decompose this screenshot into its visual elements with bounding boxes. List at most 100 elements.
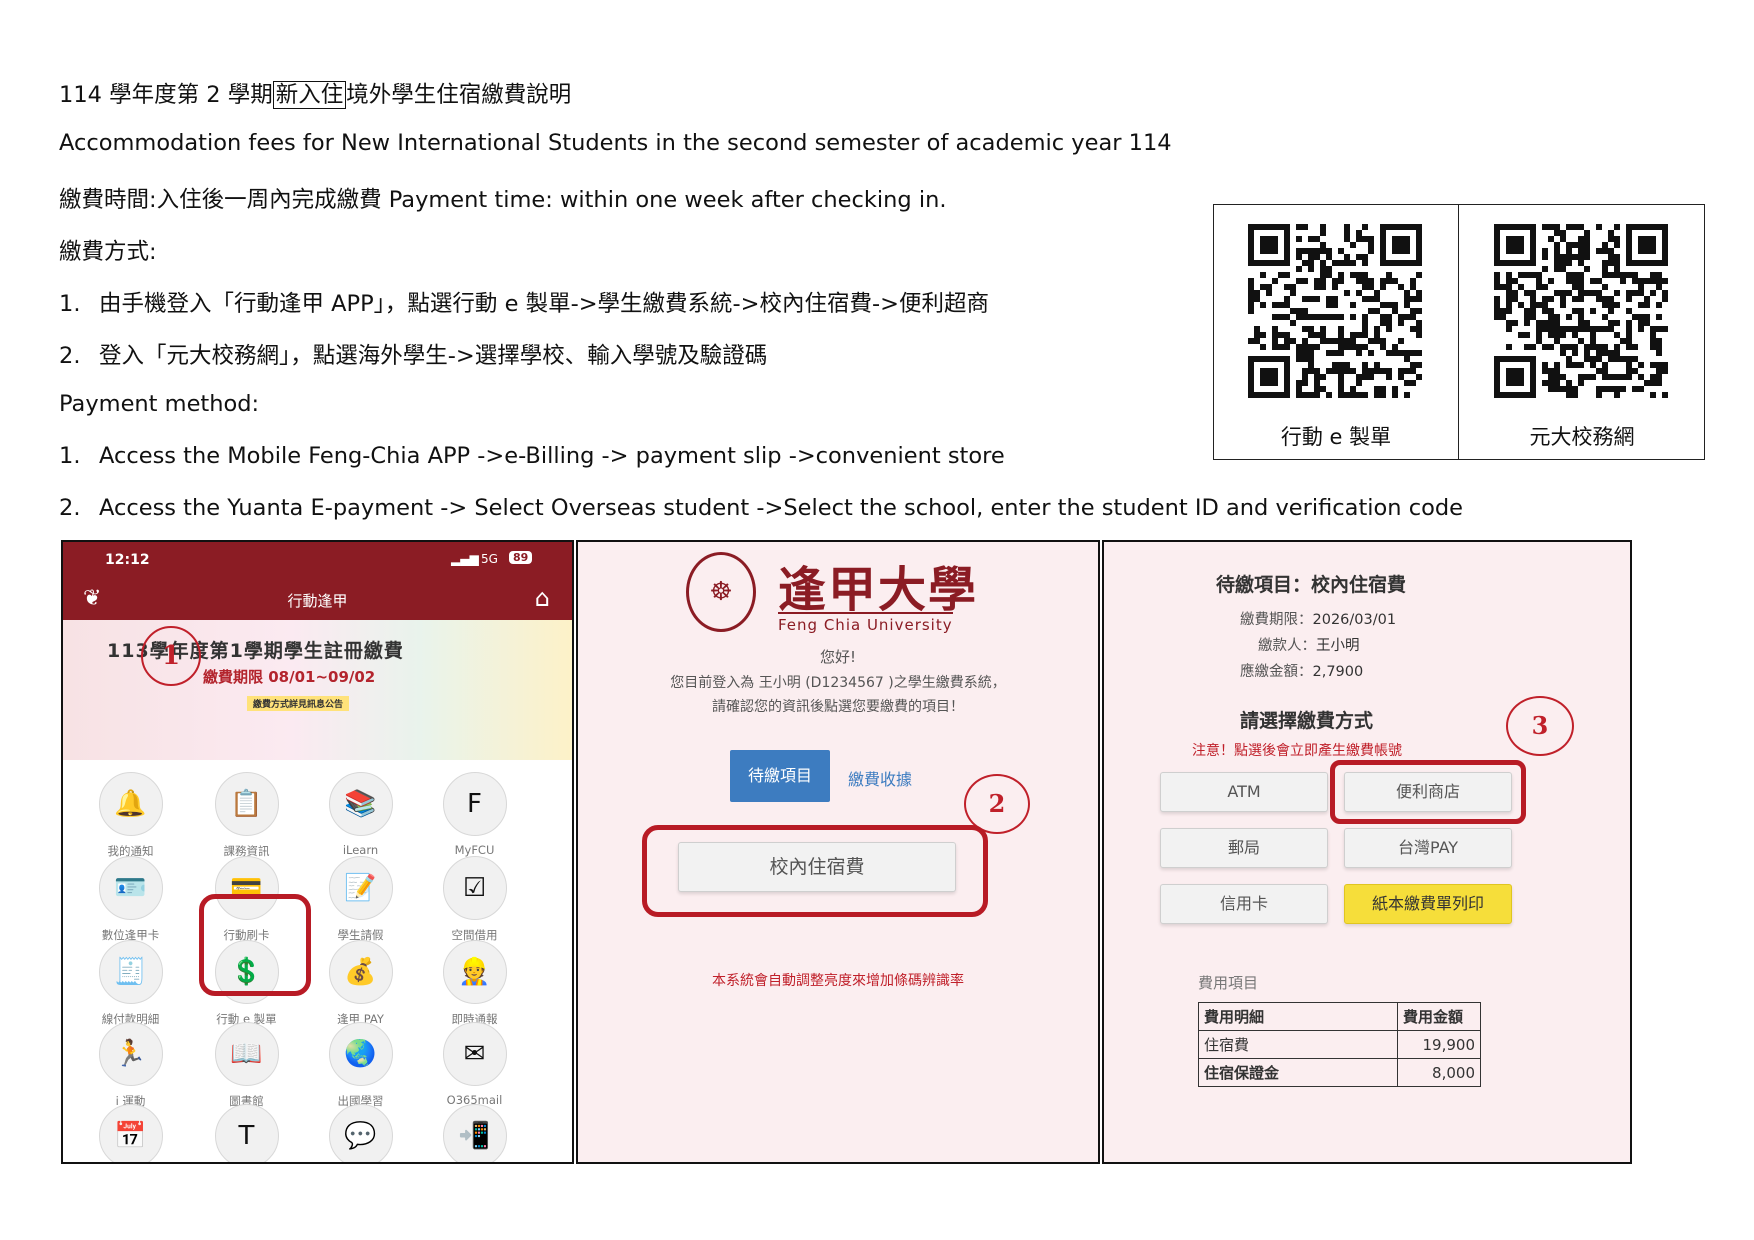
app-tile[interactable]: 👷 即時通報 <box>417 940 532 1027</box>
en-step-2: 2. Access the Yuanta E-payment -> Select … <box>59 495 1463 521</box>
highlight-dorm-fee <box>642 825 988 917</box>
step-number: 2. <box>59 343 81 369</box>
globe-icon: 🌏 <box>328 1022 393 1086</box>
marker-1: 1 <box>141 626 201 686</box>
app-tile[interactable]: 🏃 i 運動 <box>73 1022 188 1109</box>
login-line: 您目前登入為 王小明 (D1234567 )之學生繳費系統， <box>670 675 1006 691</box>
greeting: 您好! <box>819 648 856 666</box>
app-title: 行動逢甲 <box>287 592 348 610</box>
qr-caption-yuanta: 元大校務網 <box>1529 425 1635 449</box>
payment-method-page: 待繳項目：校內住宿費 繳費期限：2026/03/01 繳款人：王小明 應繳金額：… <box>1102 540 1632 1164</box>
app-tile[interactable]: 🔔 我的通知 <box>73 772 188 859</box>
print-bill-button[interactable]: 紙本繳費單列印 <box>1344 884 1512 924</box>
app-tile[interactable]: ☑ 空間借用 <box>417 856 532 943</box>
checklist-icon: ☑ <box>442 856 507 920</box>
tab-receipts[interactable]: 繳費收據 <box>848 766 912 790</box>
status-bar: 12:12 ▂▄▆ 5G 89 <box>63 542 572 580</box>
amount-label: 應繳金額： <box>1240 664 1313 680</box>
app-tile[interactable]: 💰 逢甲 PAY <box>303 940 418 1027</box>
bell-icon: 🔔 <box>98 772 163 836</box>
highlight-e-billing <box>199 894 311 996</box>
chat-icon: 💬 <box>328 1104 393 1162</box>
app-bar: ❦ 行動逢甲 ⌂ <box>63 580 572 620</box>
credit-card-button[interactable]: 信用卡 <box>1160 884 1328 924</box>
fcu-name-en: Feng Chia University <box>778 612 953 634</box>
fcu-shield-icon: F <box>442 772 507 836</box>
choose-method-heading: 請選擇繳費方式 <box>1240 710 1374 732</box>
fcu-pay-icon: 💰 <box>328 940 393 1004</box>
table-cell: 8,000 <box>1397 1058 1481 1087</box>
app-tile[interactable]: 💬討論園地 <box>303 1104 418 1162</box>
tab-pending-items[interactable]: 待繳項目 <box>730 750 830 802</box>
payment-method-en-heading: Payment method: <box>59 391 260 417</box>
app-tile[interactable]: 🪪 數位逢甲卡 <box>73 856 188 943</box>
qr-caption-e-billing: 行動 e 製單 <box>1280 425 1392 449</box>
home-icon[interactable]: ⌂ <box>535 584 550 612</box>
step-text: Access the Mobile Feng-Chia APP ->e-Bill… <box>99 443 1005 469</box>
teams-icon: T <box>214 1104 279 1162</box>
zh-step-2: 2. 登入「元大校務網」，點選海外學生->選擇學校、輸入學號及驗證碼 <box>59 338 767 370</box>
title-suffix: 境外學生住宿繳費說明 <box>346 82 572 108</box>
fcu-seal-icon: ☸ <box>686 552 756 632</box>
qr-cell-yuanta: 元大校務網 <box>1460 205 1704 459</box>
qr-cell-e-billing: 行動 e 製單 <box>1214 205 1459 459</box>
qr-code-e-billing[interactable] <box>1240 223 1436 399</box>
highlight-convenience-store <box>1330 760 1526 824</box>
atm-button[interactable]: ATM <box>1160 772 1328 812</box>
payer-label: 繳款人： <box>1258 638 1316 654</box>
network-label: 5G <box>481 552 498 566</box>
worker-icon: 👷 <box>442 940 507 1004</box>
qr-code-yuanta[interactable] <box>1486 223 1682 399</box>
app-tile[interactable]: 🧾 線付款明細 <box>73 940 188 1027</box>
runner-icon: 🏃 <box>98 1022 163 1086</box>
title-prefix: 114 學年度第 2 學期 <box>59 82 273 108</box>
card-icon: 🪪 <box>98 856 163 920</box>
board-icon: 📋 <box>214 772 279 836</box>
registration-banner[interactable]: 113學年度第1學期學生註冊繳費 繳費期限 08/01~09/02 繳費方式詳見… <box>63 620 572 760</box>
checkin-icon: 📲 <box>442 1104 507 1162</box>
step-number: 1. <box>59 443 81 469</box>
signal-icon: ▂▄▆ <box>451 552 479 566</box>
app-tile[interactable]: 📝 學生請假 <box>303 856 418 943</box>
table-header: 費用明細 <box>1198 1002 1398 1031</box>
post-office-button[interactable]: 郵局 <box>1160 828 1328 868</box>
payer-value: 王小明 <box>1316 638 1360 654</box>
taiwan-pay-button[interactable]: 台灣PAY <box>1344 828 1512 868</box>
qr-code-box: 行動 e 製單 元大校務網 <box>1213 204 1705 460</box>
table-cell: 19,900 <box>1397 1030 1481 1059</box>
books-icon: 📚 <box>328 772 393 836</box>
title-boxed-term: 新入住 <box>272 81 347 109</box>
step-number: 2. <box>59 495 81 521</box>
app-tile[interactable]: 📅校園行事曆 <box>73 1104 188 1162</box>
receipt-icon: 🧾 <box>98 940 163 1004</box>
outlook-icon: ✉ <box>442 1022 507 1086</box>
fee-items-heading: 費用項目 <box>1198 974 1259 992</box>
deadline-label: 繳費期限： <box>1240 612 1313 628</box>
app-tile[interactable]: F MyFCU <box>417 772 532 857</box>
app-tile[interactable]: 📋 課務資訊 <box>189 772 304 859</box>
table-row: 住宿保證金 8,000 <box>1198 1058 1481 1087</box>
step-number: 1. <box>59 291 81 317</box>
app-tile[interactable]: 🌏 出國學習 <box>303 1022 418 1109</box>
status-time: 12:12 <box>105 552 150 568</box>
confirm-line: 請確認您的資訊後點選您要繳費的項目！ <box>712 699 964 715</box>
marker-3: 3 <box>1506 696 1574 756</box>
warning-text: 注意！點選後會立即產生繳費帳號 <box>1192 743 1402 759</box>
document-title: 114 學年度第 2 學期 新入住 境外學生住宿繳費說明 <box>59 77 571 109</box>
fcu-payment-system: ☸ 逢甲大學 Feng Chia University 您好! 您目前登入為 王… <box>576 540 1100 1164</box>
app-tile[interactable]: 📲課堂打卡 <box>417 1104 532 1162</box>
payment-time: 繳費時間:入住後一周內完成繳費 Payment time: within one… <box>59 187 947 213</box>
mobile-app-screenshot: 12:12 ▂▄▆ 5G 89 ❦ 行動逢甲 ⌂ 113學年度第1學期學生註冊繳… <box>61 540 574 1164</box>
zh-step-1: 1. 由手機登入「行動逢甲 APP」，點選行動 e 製單->學生繳費系統->校內住… <box>59 286 989 318</box>
step-text: Access the Yuanta E-payment -> Select Ov… <box>99 495 1463 521</box>
brightness-note: 本系統會自動調整亮度來增加條碼辨識率 <box>712 973 964 989</box>
app-label: MyFCU <box>454 843 495 857</box>
fee-table: 費用明細 費用金額 住宿費 19,900 住宿保證金 8,000 <box>1198 1002 1481 1087</box>
app-tile[interactable]: TTeams <box>189 1104 304 1162</box>
deadline-value: 2026/03/01 <box>1312 612 1397 628</box>
app-tile[interactable]: 📖 圖書館 <box>189 1022 304 1109</box>
deadline-row: 繳費期限：2026/03/01 <box>1240 608 1396 629</box>
app-tile[interactable]: 📚 iLearn <box>303 772 418 857</box>
app-tile[interactable]: ✉ O365mail <box>417 1022 532 1107</box>
table-header-row: 費用明細 費用金額 <box>1198 1002 1481 1031</box>
